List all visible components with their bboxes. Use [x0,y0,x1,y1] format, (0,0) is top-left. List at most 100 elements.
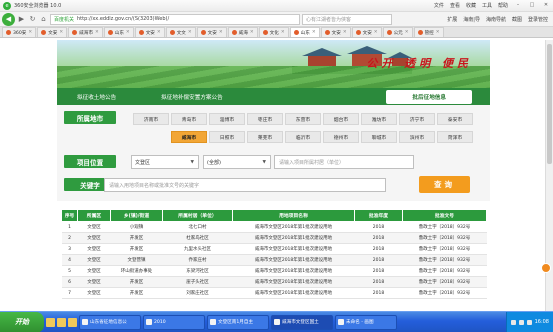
browser-tab[interactable]: 管控 ✕ [413,27,444,37]
tab-close-icon[interactable]: ✕ [343,30,347,35]
taskbar-item[interactable]: 未命名 - 画图 [335,314,397,330]
tab-close-icon[interactable]: ✕ [436,30,440,35]
close-icon[interactable]: ✕ [542,2,550,9]
hainan-nav-link[interactable]: 海南导航 [486,16,506,23]
city-option[interactable]: 菏泽市 [437,131,473,143]
district-select[interactable]: 文登区 ▼ [131,155,199,169]
browser-tab[interactable]: 威海 ✕ [227,27,258,37]
forward-arrow-icon[interactable]: ▶ [17,13,26,25]
village-input[interactable]: 请输入项目所属村居（单位） [274,155,414,169]
table-row[interactable]: 5 文登区 环山街道办事处 东梁河社区 威海市文登区2018年第1批次建设用地 … [61,265,487,277]
minimize-icon[interactable]: – [514,2,522,9]
url-field[interactable]: 百度机关 http://xx.eddlz.gov.cn/(S(3203)Web)… [50,13,300,25]
table-row[interactable]: 6 文登区 开发区 崖子头社区 威海市文登区2018年第1批次建设用地 2018… [61,276,487,288]
tab-close-icon[interactable]: ✕ [374,30,378,35]
city-option[interactable]: 滨州市 [399,131,435,143]
url-text[interactable]: http://xx.eddlz.gov.cn/(S(3203)Web)/ [77,16,169,22]
browser-tab[interactable]: 威海市 ✕ [68,27,103,37]
clock[interactable]: 16:08 [535,319,549,325]
tab-close-icon[interactable]: ✕ [405,30,409,35]
town-select[interactable]: (全部) ▼ [203,155,271,169]
menu-file[interactable]: 文件 [434,2,444,9]
browser-tab[interactable]: 文安 ✕ [134,27,165,37]
cell-project-link[interactable]: 威海市文登区2018年第1批次建设用地 [232,232,355,244]
nav-compensation-plan[interactable]: 拟征地补偿安置方案公告 [161,93,223,101]
city-option[interactable]: 莱芜市 [247,131,283,143]
quick-launch-icon[interactable] [46,317,55,327]
city-option[interactable]: 日照市 [209,131,245,143]
tab-close-icon[interactable]: ✕ [250,30,254,35]
tab-close-icon[interactable]: ✕ [28,30,32,35]
start-button[interactable]: 开始 [0,311,44,332]
back-arrow-icon[interactable]: ◀ [2,12,15,26]
tray-icon[interactable] [518,319,524,325]
cell-project-link[interactable]: 威海市文登区2018年第1批次建设用地 [232,221,355,233]
browser-tab[interactable]: 文化 ✕ [258,27,289,37]
cell-project-link[interactable]: 威海市文登区2018年第1批次建设用地 [232,287,355,299]
browser-tab[interactable]: 360安 ✕ [2,27,37,37]
browser-tab[interactable]: 文安 ✕ [196,27,227,37]
menu-help[interactable]: 帮助 [498,2,508,9]
table-row[interactable]: 4 文登区 文登营镇 乔家庄村 威海市文登区2018年第1批次建设用地 2018… [61,254,487,266]
nav-approved-info[interactable]: 批后征地信息 [386,89,472,104]
city-option[interactable]: 潍坊市 [361,113,397,125]
city-option[interactable]: 临沂市 [285,131,321,143]
tab-close-icon[interactable]: ✕ [219,30,223,35]
screenshot-button[interactable]: 截图 [512,16,522,23]
cell-project-link[interactable]: 威海市文登区2018年第1批次建设用地 [232,276,355,288]
tray-icon[interactable] [510,319,516,325]
quick-launch-icon[interactable] [57,317,66,327]
maximize-icon[interactable]: □ [528,2,536,9]
cell-project-link[interactable]: 威海市文登区2018年第1批次建设用地 [232,254,355,266]
tab-close-icon[interactable]: ✕ [281,30,285,35]
city-option-selected[interactable]: 威海市 [171,131,207,143]
taskbar-item-active[interactable]: 威海市文登区国土 [271,314,333,330]
table-row[interactable]: 3 文登区 开发区 九里水头社区 威海市文登区2018年第1批次建设用地 201… [61,243,487,255]
city-option[interactable]: 济南市 [133,113,169,125]
quick-launch-icon[interactable] [68,317,77,327]
browser-tab[interactable]: 文安 ✕ [351,27,382,37]
browser-tab[interactable]: 山东 ✕ [103,27,134,37]
table-row[interactable]: 2 文登区 开发区 杜家岛社区 威海市文登区2018年第1批次建设用地 2018… [61,232,487,244]
login-button[interactable]: 登录管控 [528,16,548,23]
browser-tab-active[interactable]: 山东 ✕ [289,27,320,37]
browser-tab[interactable]: 文文 ✕ [165,27,196,37]
cell-project-link[interactable]: 威海市文登区2018年第1批次建设用地 [232,265,355,277]
menu-favorites[interactable]: 收藏 [466,2,476,9]
scrollbar-thumb[interactable] [547,44,552,164]
browser-tab[interactable]: 文安 ✕ [37,27,68,37]
tab-close-icon[interactable]: ✕ [126,30,130,35]
city-option[interactable]: 德州市 [323,131,359,143]
nav-proposed-acquisition[interactable]: 拟征收土地公告 [77,93,116,101]
search-input[interactable]: 心有江湖者皆为侠客 [302,13,392,25]
table-row[interactable]: 1 文登区 小观镇 北七口村 威海市文登区2018年第1批次建设用地 2018 … [61,221,487,233]
tab-close-icon[interactable]: ✕ [59,30,63,35]
menu-tools[interactable]: 工具 [482,2,492,9]
taskbar-item[interactable]: 文登区南1月自主 [207,314,269,330]
keyword-input[interactable]: 请输入用地项目名称或批准文号的关键字 [104,178,386,192]
table-row[interactable]: 7 文登区 开发区 刘家庄社区 威海市文登区2018年第1批次建设用地 2018… [61,287,487,299]
tab-close-icon[interactable]: ✕ [95,30,99,35]
home-icon[interactable]: ⌂ [39,13,48,25]
city-option[interactable]: 枣庄市 [247,113,283,125]
tab-close-icon[interactable]: ✕ [312,30,316,35]
menu-view[interactable]: 查看 [450,2,460,9]
floating-assistant-icon[interactable] [541,263,551,273]
city-option[interactable]: 聊城市 [361,131,397,143]
hainan-shortcut[interactable]: 海南|导 [463,16,480,23]
browser-tab[interactable]: 文安 ✕ [320,27,351,37]
extensions-button[interactable]: 扩展 [447,16,457,23]
city-option[interactable]: 济宁市 [399,113,435,125]
browser-tab[interactable]: 公元 ✕ [382,27,413,37]
city-option[interactable]: 烟台市 [323,113,359,125]
city-option[interactable]: 青岛市 [171,113,207,125]
refresh-icon[interactable]: ↻ [28,13,37,25]
taskbar-item[interactable]: 2010 [143,314,205,330]
city-option[interactable]: 泰安市 [437,113,473,125]
query-button[interactable]: 查询 [419,176,470,193]
city-option[interactable]: 淄博市 [209,113,245,125]
taskbar-item[interactable]: 山东省征地信息公 [79,314,141,330]
tab-close-icon[interactable]: ✕ [157,30,161,35]
cell-project-link[interactable]: 威海市文登区2018年第1批次建设用地 [232,243,355,255]
tab-close-icon[interactable]: ✕ [188,30,192,35]
